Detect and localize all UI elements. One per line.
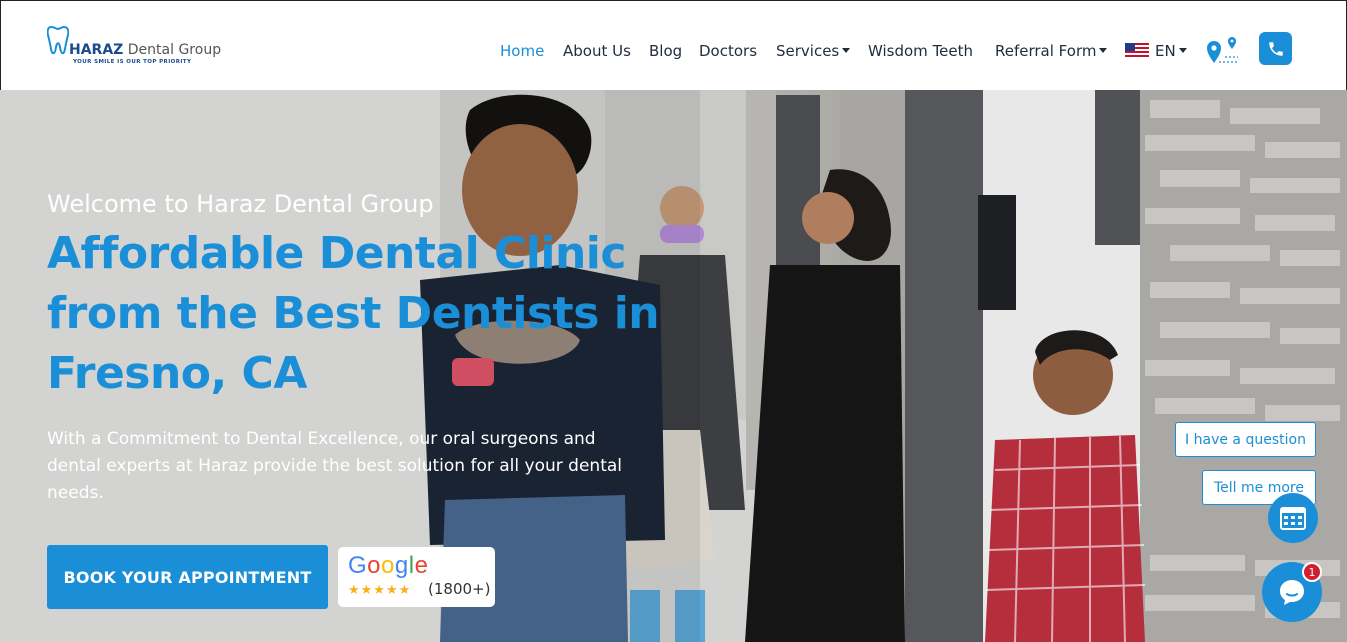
language-label: EN — [1155, 42, 1176, 60]
call-button[interactable] — [1259, 32, 1292, 65]
unread-badge: 1 — [1302, 562, 1322, 582]
nav-doctors[interactable]: Doctors — [699, 42, 757, 60]
schedule-button[interactable] — [1268, 493, 1318, 543]
locations-button[interactable] — [1205, 35, 1241, 65]
nav-home[interactable]: Home — [500, 42, 544, 60]
calendar-icon — [1280, 507, 1306, 530]
brand-name-bold: HARAZ — [69, 42, 124, 58]
nav-blog[interactable]: Blog — [649, 42, 682, 60]
nav-services[interactable]: Services — [776, 42, 851, 60]
google-reviews-badge[interactable]: Google ★★★★★ (1800+) — [338, 547, 495, 607]
tooth-logo-icon — [47, 25, 69, 55]
brand-tagline: YOUR SMILE IS OUR TOP PRIORITY — [73, 59, 192, 65]
caret-down-icon — [1099, 47, 1108, 53]
phone-icon — [1268, 41, 1283, 56]
book-appointment-button[interactable]: BOOK YOUR APPOINTMENT — [47, 545, 328, 609]
chat-bubble-icon — [1280, 580, 1304, 605]
us-flag-icon — [1125, 42, 1149, 58]
hero-description: With a Commitment to Dental Excellence, … — [47, 429, 622, 503]
hero-title: Affordable Dental Clinic from the Best D… — [47, 228, 660, 399]
caret-down-icon — [842, 47, 851, 53]
location-pin-icon — [1207, 37, 1238, 63]
language-selector[interactable]: EN — [1125, 42, 1187, 60]
star-icon: ★★★★★ — [348, 583, 412, 598]
google-logo: Google — [348, 552, 428, 580]
google-letter: g — [394, 552, 409, 579]
nav-referral-form[interactable]: Referral Form — [995, 42, 1108, 60]
brand-name-rest: Dental Group — [123, 42, 222, 58]
chat-prompt-question[interactable]: I have a question — [1175, 422, 1316, 457]
brand-name: HARAZ Dental Group — [69, 42, 221, 58]
caret-down-icon — [1178, 47, 1187, 53]
review-count: (1800+) — [428, 580, 491, 598]
nav-wisdom-teeth[interactable]: Wisdom Teeth — [868, 42, 973, 60]
nav-about-us[interactable]: About Us — [563, 42, 631, 60]
nav-services-label: Services — [776, 42, 840, 60]
google-letter: o — [367, 552, 382, 579]
hero-section: Welcome to Haraz Dental Group Affordable… — [0, 90, 1347, 642]
google-letter: G — [348, 552, 368, 579]
logo[interactable]: HARAZ Dental Group YOUR SMILE IS OUR TOP… — [47, 25, 221, 69]
google-letter: o — [381, 552, 395, 579]
nav-referral-form-label: Referral Form — [995, 42, 1097, 60]
google-letter: e — [414, 552, 429, 579]
site-header: HARAZ Dental Group YOUR SMILE IS OUR TOP… — [0, 0, 1347, 90]
hero-eyebrow: Welcome to Haraz Dental Group — [47, 190, 434, 218]
